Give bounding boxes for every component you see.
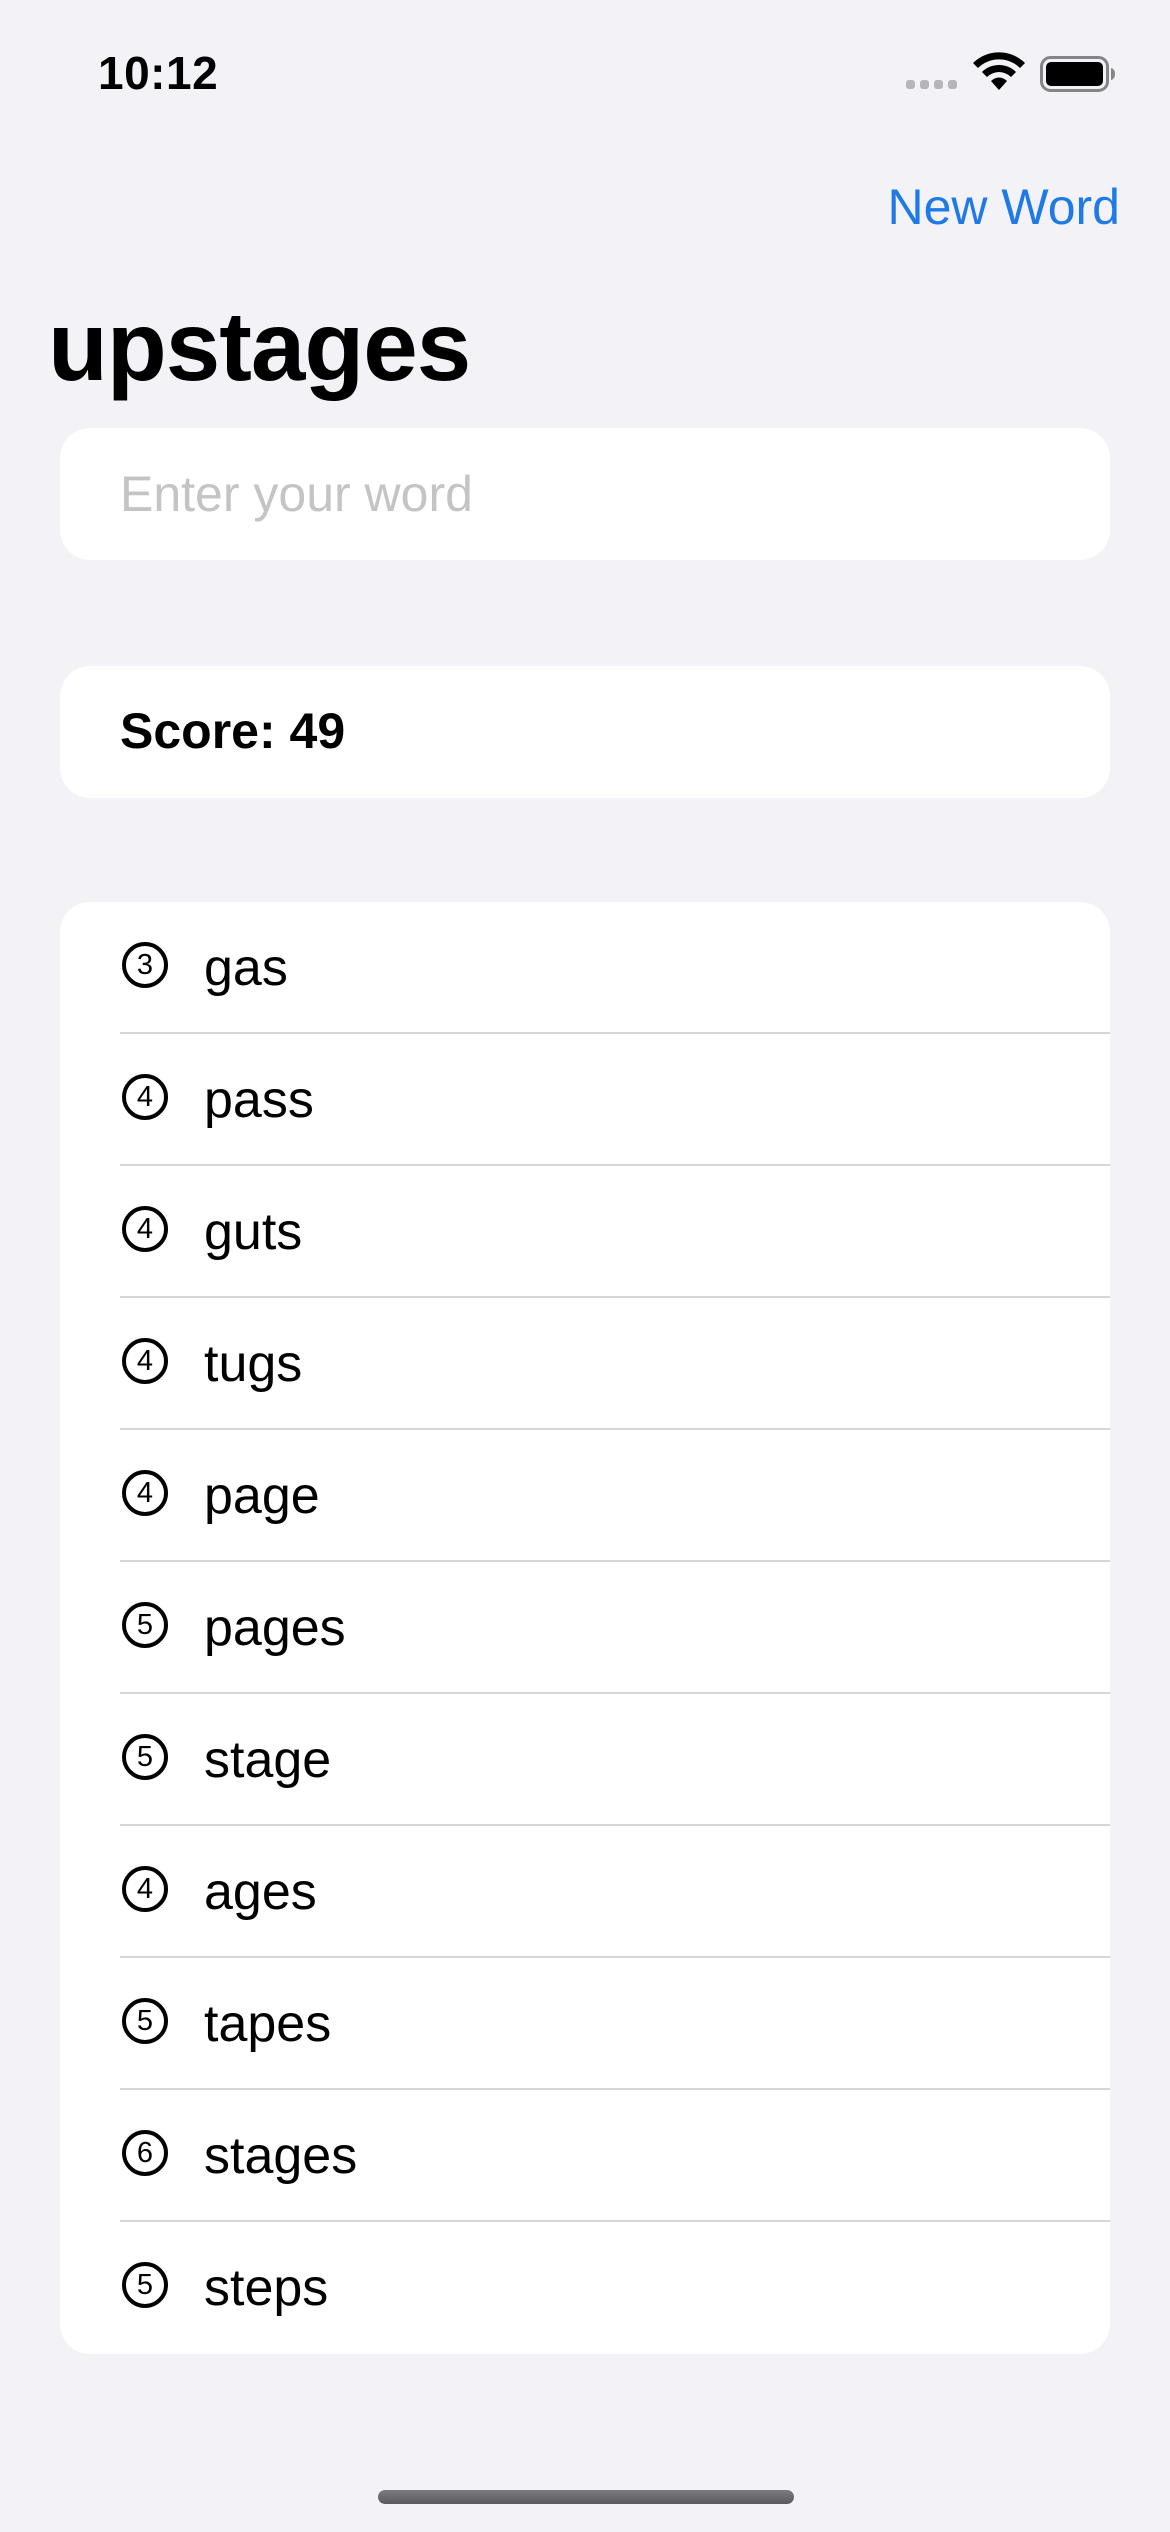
word-label: gas [204,939,288,997]
new-word-button[interactable]: New Word [888,178,1120,236]
list-item[interactable]: 4 guts [60,1166,1110,1298]
letter-count-circle-icon: 5 [122,1998,168,2044]
word-label: tapes [204,1995,332,2053]
wifi-icon [973,52,1025,90]
letter-count-circle-icon: 4 [122,1206,168,1252]
letter-count-circle-icon: 5 [122,1734,168,1780]
word-label: stages [204,2127,358,2185]
status-time: 10:12 [98,47,219,99]
page-title: upstages [48,291,471,401]
list-item[interactable]: 5 stage [60,1694,1110,1826]
score-card: Score: 49 [60,666,1110,798]
list-item[interactable]: 4 ages [60,1826,1110,1958]
word-label: ages [204,1863,317,1921]
score-label: Score: 49 [120,703,346,759]
letter-count-circle-icon: 4 [122,1338,168,1384]
word-label: pass [204,1071,314,1129]
letter-count-circle-icon: 4 [122,1074,168,1120]
cellular-signal-icon [906,80,958,92]
word-input[interactable] [120,428,1080,560]
word-label: tugs [204,1335,303,1393]
letter-count-circle-icon: 5 [122,2262,168,2308]
list-item[interactable]: 6 stages [60,2090,1110,2222]
word-label: guts [204,1203,303,1261]
letter-count-circle-icon: 5 [122,1602,168,1648]
letter-count-circle-icon: 6 [122,2130,168,2176]
word-label: page [204,1467,320,1525]
list-item[interactable]: 4 tugs [60,1298,1110,1430]
list-item[interactable]: 4 page [60,1430,1110,1562]
battery-icon [1040,56,1115,92]
letter-count-circle-icon: 3 [122,942,168,988]
app-screen: 10:12 New Word upstages Score: 49 3gas4p… [0,0,1170,2532]
word-label: stage [204,1731,332,1789]
word-label: steps [204,2259,329,2317]
list-item[interactable]: 5 tapes [60,1958,1110,2090]
word-label: pages [204,1599,346,1657]
list-item[interactable]: 4 pass [60,1034,1110,1166]
list-item[interactable]: 3 gas [60,902,1110,1034]
list-item[interactable]: 5 steps [60,2222,1110,2354]
word-input-card [60,428,1110,560]
letter-count-circle-icon: 4 [122,1470,168,1516]
used-words-list: 3 gas 4 pass 4 guts 4 tugs 4 page 5 pages 5 stage 4 age… [60,902,1110,2354]
list-item[interactable]: 5 pages [60,1562,1110,1694]
letter-count-circle-icon: 4 [122,1866,168,1912]
status-bar: 10:12 [0,0,1170,140]
home-indicator[interactable] [378,2490,794,2504]
